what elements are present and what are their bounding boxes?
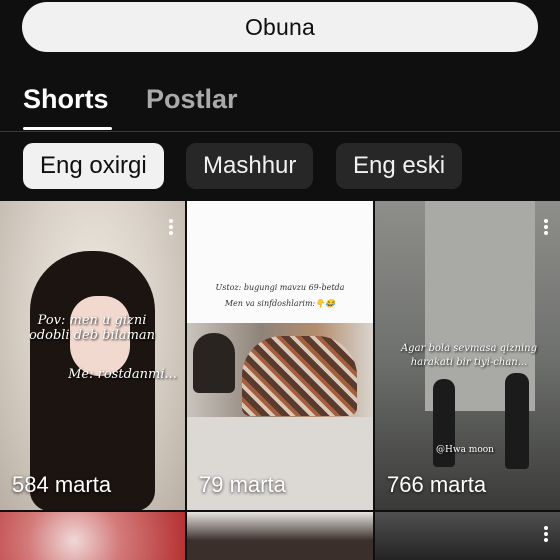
short-tile[interactable] bbox=[375, 512, 560, 560]
thumbnail-caption: Agar bola sevmasa qizning bbox=[400, 343, 538, 354]
active-tab-indicator bbox=[23, 127, 112, 130]
more-options-icon[interactable] bbox=[542, 217, 550, 239]
watermark: @Hwa moon bbox=[436, 445, 494, 455]
short-tile[interactable] bbox=[0, 512, 185, 560]
more-options-icon[interactable] bbox=[167, 217, 175, 239]
view-count: 79 marta bbox=[199, 472, 286, 497]
thumbnail-caption: Ustoz: bugungi mavzu 69-betda bbox=[215, 283, 345, 292]
thumbnail-caption: harakati bir tiyi-chan... bbox=[410, 357, 528, 368]
chip-oldest[interactable]: Eng eski bbox=[336, 143, 463, 189]
view-count: 584 marta bbox=[12, 472, 112, 497]
short-tile[interactable] bbox=[187, 512, 373, 560]
chip-popular[interactable]: Mashhur bbox=[186, 143, 314, 189]
more-options-icon[interactable] bbox=[542, 524, 550, 546]
short-tile[interactable]: Pov: men u gizni odobli deb bilaman Me: … bbox=[0, 201, 185, 510]
thumbnail-caption: Pov: men u gizni bbox=[37, 313, 147, 328]
thumbnail-caption: odobli deb bilaman bbox=[28, 328, 156, 343]
thumbnail-person bbox=[193, 333, 235, 393]
subscribe-button[interactable]: Obuna bbox=[22, 2, 538, 52]
thumbnail-caption: Men va sinfdoshlarim:👇😂 bbox=[224, 299, 336, 308]
tab-posts[interactable]: Postlar bbox=[146, 84, 238, 115]
short-tile[interactable]: Agar bola sevmasa qizning harakati bir t… bbox=[375, 201, 560, 510]
tab-shorts[interactable]: Shorts bbox=[23, 84, 109, 115]
thumbnail-caption: Me: rostdanmi... bbox=[68, 367, 177, 382]
thumbnail-person bbox=[505, 373, 529, 469]
short-tile[interactable]: Ustoz: bugungi mavzu 69-betda Men va sin… bbox=[187, 201, 373, 510]
filter-chips: Eng oxirgi Mashhur Eng eski bbox=[0, 143, 560, 189]
view-count: 766 marta bbox=[387, 472, 487, 497]
channel-tabs: Shorts Postlar bbox=[0, 76, 560, 132]
chip-latest[interactable]: Eng oxirgi bbox=[23, 143, 164, 189]
shorts-grid: Pov: men u gizni odobli deb bilaman Me: … bbox=[0, 201, 560, 560]
thumbnail-person bbox=[242, 336, 357, 416]
